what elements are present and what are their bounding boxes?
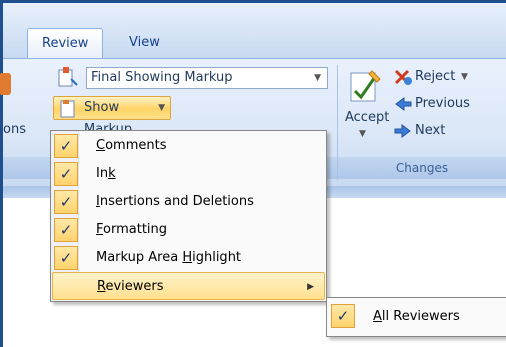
- previous-label: Previous: [415, 96, 470, 111]
- check-icon: ✓: [54, 190, 78, 214]
- show-markup-button[interactable]: Show Markup ▼: [53, 96, 171, 137]
- partial-options-label: ons: [3, 122, 26, 137]
- tab-review-label: Review: [42, 36, 89, 51]
- menu-item-label: Formatting: [96, 222, 168, 237]
- menu-item-label: Comments: [96, 138, 167, 153]
- next-label: Next: [415, 123, 446, 138]
- partial-group-icon: [0, 73, 11, 95]
- accept-label: Accept: [345, 110, 390, 125]
- ribbon-tab-strip: Review View: [3, 3, 506, 61]
- show-markup-menu: ✓ Comments ✓ Ink ✓ Insertions and Deleti…: [50, 130, 327, 302]
- submenu-item-label: All Reviewers: [373, 309, 460, 324]
- check-icon: ✓: [54, 218, 78, 242]
- changes-group-title: Changes: [338, 157, 506, 179]
- previous-icon: [395, 97, 412, 111]
- menu-item-label: Insertions and Deletions: [96, 194, 254, 209]
- chevron-down-icon: ▼: [314, 73, 321, 83]
- chevron-down-icon: ▼: [158, 103, 165, 113]
- accept-icon: [350, 70, 381, 102]
- tab-view[interactable]: View: [115, 28, 174, 61]
- display-for-review-icon: [58, 67, 78, 87]
- next-icon: [394, 124, 411, 138]
- chevron-down-icon: ▼: [461, 72, 468, 82]
- display-for-review-value: Final Showing Markup: [91, 70, 233, 85]
- check-icon: ✓: [54, 134, 78, 158]
- menu-item-label: Reviewers: [97, 279, 164, 294]
- reviewers-submenu: ✓ All Reviewers: [326, 297, 506, 337]
- chevron-down-icon: ▼: [359, 129, 366, 139]
- menu-item-label: Ink: [96, 166, 116, 181]
- menu-item-reviewers[interactable]: Reviewers ▶: [52, 272, 325, 300]
- display-for-review-dropdown[interactable]: Final Showing Markup ▼: [86, 67, 328, 89]
- reject-label: Reject: [415, 69, 456, 84]
- check-icon: ✓: [54, 246, 78, 270]
- menu-item-formatting[interactable]: ✓ Formatting: [52, 216, 325, 244]
- menu-item-ink[interactable]: ✓ Ink: [52, 160, 325, 188]
- check-icon: ✓: [54, 162, 78, 186]
- tab-view-label: View: [129, 35, 160, 50]
- menu-item-label: Markup Area Highlight: [96, 250, 242, 265]
- changes-group-title-label: Changes: [395, 161, 449, 175]
- menu-item-markup-area-highlight[interactable]: ✓ Markup Area Highlight: [52, 244, 325, 272]
- menu-item-comments[interactable]: ✓ Comments: [52, 132, 325, 160]
- show-markup-icon: [60, 100, 75, 118]
- menu-item-insertions-deletions[interactable]: ✓ Insertions and Deletions: [52, 188, 325, 216]
- tab-review[interactable]: Review: [27, 28, 104, 61]
- reject-icon: [394, 69, 412, 85]
- chevron-right-icon: ▶: [307, 282, 314, 292]
- check-icon: ✓: [331, 304, 355, 328]
